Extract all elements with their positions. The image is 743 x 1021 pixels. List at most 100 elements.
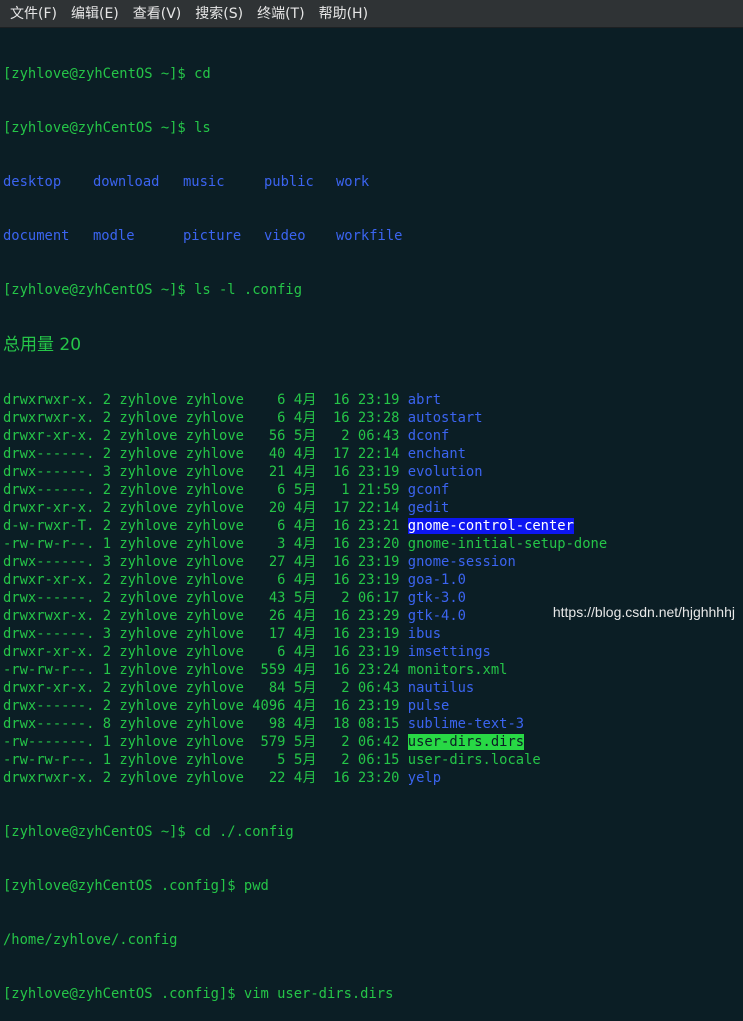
listing-group: zyhlove <box>185 554 244 570</box>
listing-perms: -rw-rw-r--. <box>3 536 95 552</box>
listing-owner: zyhlove <box>119 464 178 480</box>
listing-month: 4月 <box>293 698 317 714</box>
listing-owner: zyhlove <box>119 518 178 534</box>
listing-row: drwxr-xr-x. 2 zyhlove zyhlove 84 5月 2 06… <box>3 679 743 697</box>
listing-filename[interactable]: user-dirs.dirs <box>407 734 525 750</box>
listing-row: drwxrwxr-x. 2 zyhlove zyhlove 6 4月 16 23… <box>3 391 743 409</box>
listing-perms: drwxrwxr-x. <box>3 410 95 426</box>
listing-group: zyhlove <box>185 464 244 480</box>
listing-group: zyhlove <box>185 716 244 732</box>
menu-help[interactable]: 帮助(H) <box>312 3 375 25</box>
listing-size: 4096 <box>252 698 286 714</box>
menu-edit[interactable]: 编辑(E) <box>64 3 126 25</box>
listing-row: -rw-rw-r--. 1 zyhlove zyhlove 559 4月 16 … <box>3 661 743 679</box>
listing-filename[interactable]: gtk-3.0 <box>408 590 466 606</box>
listing-filename[interactable]: abrt <box>408 392 441 408</box>
listing-filename[interactable]: evolution <box>408 464 483 480</box>
listing-filename[interactable]: gedit <box>408 500 450 516</box>
listing-filename[interactable]: enchant <box>408 446 466 462</box>
listing-time: 23:19 <box>357 554 400 570</box>
listing-size: 6 <box>252 518 286 534</box>
listing-row: drwxrwxr-x. 2 zyhlove zyhlove 22 4月 16 2… <box>3 769 743 787</box>
listing-links: 1 <box>102 536 111 552</box>
listing-size: 6 <box>252 572 286 588</box>
listing-row: drwx------. 2 zyhlove zyhlove 40 4月 17 2… <box>3 445 743 463</box>
listing-filename[interactable]: gnome-session <box>408 554 516 570</box>
listing-month: 5月 <box>293 428 317 444</box>
listing-month: 4月 <box>293 716 317 732</box>
listing-links: 2 <box>102 518 111 534</box>
listing-day: 16 <box>324 608 350 624</box>
listing-filename[interactable]: gtk-4.0 <box>408 608 466 624</box>
listing-filename[interactable]: yelp <box>408 770 441 786</box>
listing-filename[interactable]: sublime-text-3 <box>408 716 524 732</box>
listing-links: 2 <box>102 410 111 426</box>
listing-owner: zyhlove <box>119 770 178 786</box>
listing-size: 579 <box>252 734 286 750</box>
listing-perms: drwxr-xr-x. <box>3 500 95 516</box>
terminal-line-ls-l: [zyhlove@zyhCentOS ~]$ ls -l .config <box>3 281 743 299</box>
listing-group: zyhlove <box>185 734 244 750</box>
listing-perms: drwxr-xr-x. <box>3 680 95 696</box>
terminal-line-ls: [zyhlove@zyhCentOS ~]$ ls <box>3 119 743 137</box>
listing-filename[interactable]: nautilus <box>408 680 474 696</box>
listing-size: 84 <box>252 680 286 696</box>
listing-time: 21:59 <box>357 482 400 498</box>
listing-month: 5月 <box>293 482 317 498</box>
listing-time: 23:24 <box>357 662 400 678</box>
listing-filename[interactable]: gnome-initial-setup-done <box>408 536 607 552</box>
listing-filename[interactable]: imsettings <box>408 644 491 660</box>
listing-month: 4月 <box>293 662 317 678</box>
listing-filename[interactable]: gconf <box>408 482 450 498</box>
listing-time: 06:17 <box>357 590 400 606</box>
listing-owner: zyhlove <box>119 626 178 642</box>
listing-group: zyhlove <box>185 662 244 678</box>
listing-month: 5月 <box>293 734 317 750</box>
listing-group: zyhlove <box>185 698 244 714</box>
listing-perms: drwxr-xr-x. <box>3 644 95 660</box>
ls-dir-entry: desktop <box>3 174 62 190</box>
listing-owner: zyhlove <box>119 644 178 660</box>
listing-filename[interactable]: user-dirs.locale <box>408 752 541 768</box>
listing-links: 2 <box>102 572 111 588</box>
terminal-output[interactable]: [zyhlove@zyhCentOS ~]$ cd [zyhlove@zyhCe… <box>0 29 743 1002</box>
listing-group: zyhlove <box>185 428 244 444</box>
listing-filename[interactable]: dconf <box>408 428 450 444</box>
listing-links: 3 <box>102 626 111 642</box>
prompt: [zyhlove@zyhCentOS ~]$ <box>3 120 195 136</box>
listing-size: 6 <box>252 644 286 660</box>
listing-owner: zyhlove <box>119 482 178 498</box>
listing-day: 2 <box>324 590 350 606</box>
listing-day: 16 <box>324 518 350 534</box>
listing-owner: zyhlove <box>119 662 178 678</box>
menu-terminal[interactable]: 终端(T) <box>250 3 311 25</box>
listing-filename[interactable]: goa-1.0 <box>408 572 466 588</box>
menubar: 文件(F) 编辑(E) 查看(V) 搜索(S) 终端(T) 帮助(H) <box>0 0 743 28</box>
menu-search[interactable]: 搜索(S) <box>188 3 250 25</box>
listing-day: 2 <box>324 752 350 768</box>
menu-file[interactable]: 文件(F) <box>3 3 64 25</box>
listing-group: zyhlove <box>185 644 244 660</box>
listing-month: 4月 <box>293 770 317 786</box>
listing-filename[interactable]: monitors.xml <box>408 662 508 678</box>
listing-day: 16 <box>324 536 350 552</box>
listing-filename[interactable]: gnome-control-center <box>407 518 574 534</box>
command-text: ls <box>194 120 211 136</box>
listing-filename[interactable]: pulse <box>408 698 450 714</box>
listing-perms: d-w-rwxr-T. <box>3 518 95 534</box>
listing-links: 2 <box>102 446 111 462</box>
listing-filename[interactable]: ibus <box>408 626 441 642</box>
listing-row: -rw-rw-r--. 1 zyhlove zyhlove 5 5月 2 06:… <box>3 751 743 769</box>
listing-size: 22 <box>252 770 286 786</box>
ls-dir-entry: work <box>336 174 370 190</box>
listing-day: 17 <box>324 446 350 462</box>
terminal-line-pwd: [zyhlove@zyhCentOS .config]$ pwd <box>3 877 743 895</box>
menu-view[interactable]: 查看(V) <box>126 3 189 25</box>
listing-size: 17 <box>252 626 286 642</box>
listing-time: 23:20 <box>357 770 400 786</box>
listing-filename[interactable]: autostart <box>408 410 483 426</box>
listing-owner: zyhlove <box>119 446 178 462</box>
listing-row: -rw-------. 1 zyhlove zyhlove 579 5月 2 0… <box>3 733 743 751</box>
listing-owner: zyhlove <box>119 608 178 624</box>
listing-row: -rw-rw-r--. 1 zyhlove zyhlove 3 4月 16 23… <box>3 535 743 553</box>
